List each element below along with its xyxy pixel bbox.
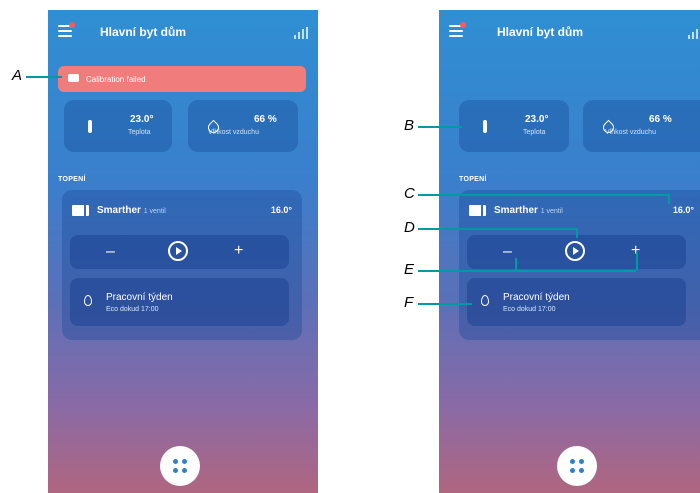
callout-label-e: E xyxy=(404,261,415,278)
app-title: Hlavní byt dům xyxy=(100,25,187,39)
callout-leader-b xyxy=(418,126,462,128)
play-icon[interactable] xyxy=(168,241,188,261)
device-name[interactable]: Smarther 1 ventil xyxy=(97,205,166,216)
signal-icon[interactable] xyxy=(688,27,700,39)
menu-icon[interactable] xyxy=(449,22,466,37)
callout-leader-e-minus xyxy=(515,258,517,270)
device-valves: 1 ventil xyxy=(540,208,563,215)
section-title: TOPENÍ xyxy=(58,176,86,183)
thermometer-icon xyxy=(483,120,487,133)
schedule-subtitle: Eco dokud 17:00 xyxy=(503,306,556,313)
temperature-control-bar: – + xyxy=(70,235,289,269)
device-temperature: 16.0° xyxy=(270,205,292,215)
increase-button[interactable]: + xyxy=(234,242,243,260)
phone-screen-right: Hlavní byt dům 23.0° Teplota 66 % Vlhkos… xyxy=(439,10,700,493)
callout-leader-c xyxy=(418,194,668,196)
humidity-label: Vlhkost vzduchu xyxy=(605,129,656,136)
calibration-alert[interactable]: Calibration failed xyxy=(58,66,306,92)
schedule-card[interactable]: Pracovní týden Eco dokud 17:00 xyxy=(467,278,686,326)
temperature-card[interactable]: 23.0° Teplota xyxy=(459,100,569,152)
schedule-title: Pracovní týden xyxy=(106,292,173,303)
top-bar: Hlavní byt dům xyxy=(48,10,318,52)
humidity-value: 66 % xyxy=(254,114,277,125)
temperature-control-bar: – + xyxy=(467,235,686,269)
callout-label-b: B xyxy=(404,117,415,134)
temperature-value: 23.0° xyxy=(130,114,154,125)
thermostat-device-icon xyxy=(72,205,89,216)
device-name-text: Smarther xyxy=(97,205,141,216)
heating-card: Smarther 1 ventil 16.0° – + Pracovní týd… xyxy=(459,190,700,340)
heating-card: Smarther 1 ventil 16.0° – + Pracovní týd… xyxy=(62,190,302,340)
device-name[interactable]: Smarther 1 ventil xyxy=(494,205,563,216)
flame-icon xyxy=(481,295,489,306)
callout-leader-f xyxy=(418,303,472,305)
device-temperature: 16.0° xyxy=(672,205,694,215)
device-name-text: Smarther xyxy=(494,205,538,216)
callout-leader-d-drop xyxy=(576,228,578,238)
humidity-value: 66 % xyxy=(649,114,672,125)
flame-icon xyxy=(84,295,92,306)
menu-icon[interactable] xyxy=(58,22,75,37)
humidity-label: Vlhkost vzduchu xyxy=(208,129,259,136)
signal-icon[interactable] xyxy=(294,27,308,39)
callout-leader-e-plus xyxy=(636,252,638,270)
temperature-value: 23.0° xyxy=(525,114,549,125)
humidity-card[interactable]: 66 % Vlhkost vzduchu xyxy=(583,100,700,152)
callout-label-a: A xyxy=(12,67,23,84)
thermostat-device-icon xyxy=(469,205,486,216)
callout-leader-a xyxy=(26,76,62,78)
callout-label-c: C xyxy=(404,185,415,202)
app-title: Hlavní byt dům xyxy=(497,25,584,39)
callout-label-f: F xyxy=(404,294,414,311)
apps-grid-button[interactable] xyxy=(557,446,597,486)
decrease-button[interactable]: – xyxy=(503,243,512,261)
calibration-icon xyxy=(68,74,79,82)
decrease-button[interactable]: – xyxy=(106,243,115,261)
phone-screen-left: Hlavní byt dům Calibration failed 23.0° … xyxy=(48,10,318,493)
temperature-label: Teplota xyxy=(523,129,546,136)
callout-leader-d xyxy=(418,228,576,230)
schedule-title: Pracovní týden xyxy=(503,292,570,303)
callout-leader-c-drop xyxy=(668,194,670,204)
temperature-card[interactable]: 23.0° Teplota xyxy=(64,100,172,152)
alert-text: Calibration failed xyxy=(86,75,146,84)
device-valves: 1 ventil xyxy=(143,208,166,215)
section-title: TOPENÍ xyxy=(459,176,487,183)
top-bar: Hlavní byt dům xyxy=(439,10,700,52)
play-icon[interactable] xyxy=(565,241,585,261)
thermometer-icon xyxy=(88,120,92,133)
temperature-label: Teplota xyxy=(128,129,151,136)
callout-label-d: D xyxy=(404,219,415,236)
apps-grid-button[interactable] xyxy=(160,446,200,486)
callout-leader-e xyxy=(418,270,636,272)
schedule-card[interactable]: Pracovní týden Eco dokud 17:00 xyxy=(70,278,289,326)
humidity-card[interactable]: 66 % Vlhkost vzduchu xyxy=(188,100,298,152)
schedule-subtitle: Eco dokud 17:00 xyxy=(106,306,159,313)
